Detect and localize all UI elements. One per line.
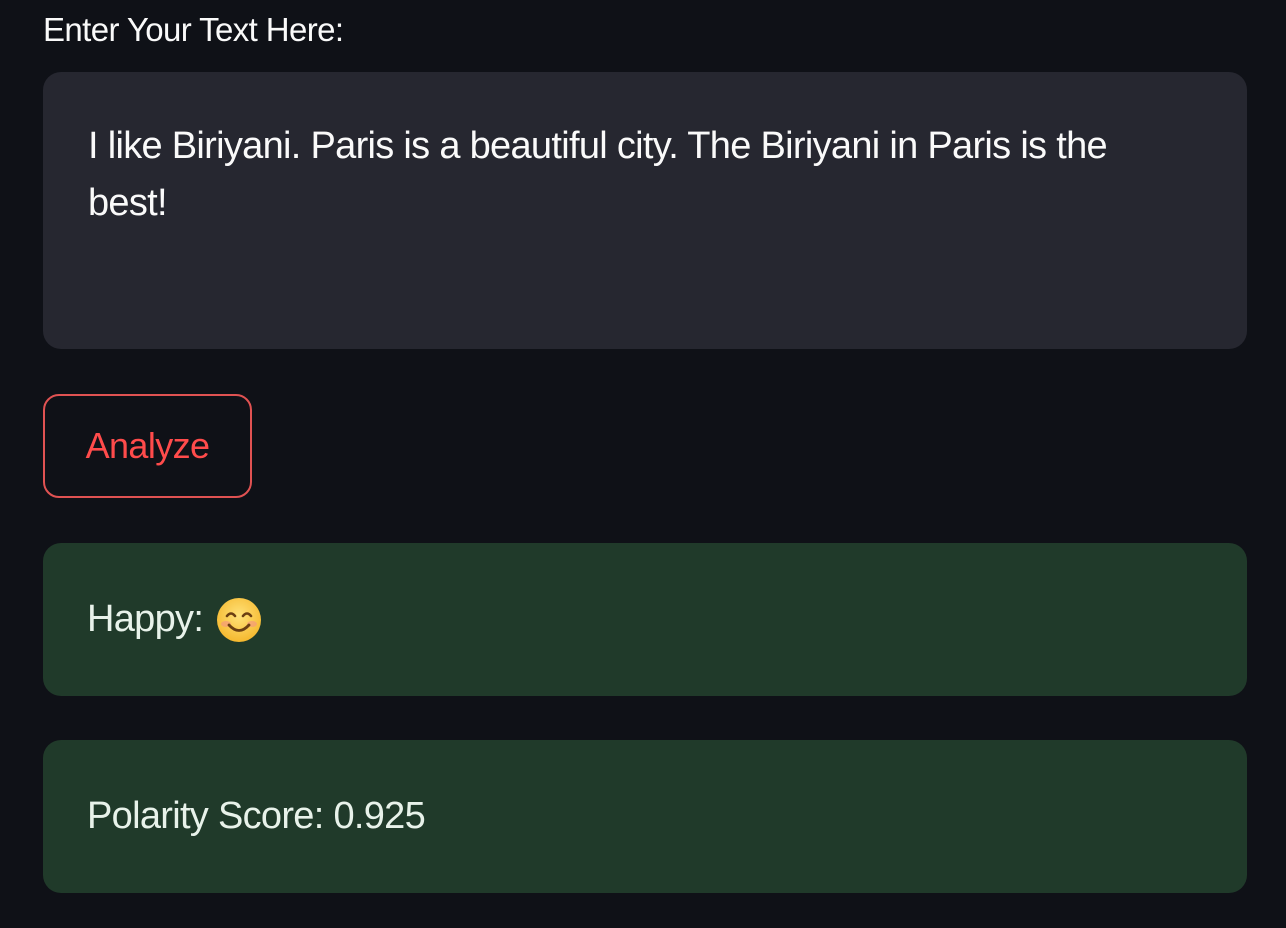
smiling-face-icon xyxy=(215,596,263,644)
sentiment-result-box: Happy: xyxy=(43,543,1247,696)
text-input-value[interactable]: I like Biriyani. Paris is a beautiful ci… xyxy=(88,118,1167,232)
sentiment-label: Happy: xyxy=(87,598,204,640)
text-input-label: Enter Your Text Here: xyxy=(43,11,344,48)
text-input-area[interactable]: I like Biriyani. Paris is a beautiful ci… xyxy=(43,72,1247,349)
sentiment-result: Happy: xyxy=(87,596,263,644)
polarity-score-text: Polarity Score: 0.925 xyxy=(87,795,426,837)
analyze-button[interactable]: Analyze xyxy=(43,394,252,498)
polarity-result-box: Polarity Score: 0.925 xyxy=(43,740,1247,893)
